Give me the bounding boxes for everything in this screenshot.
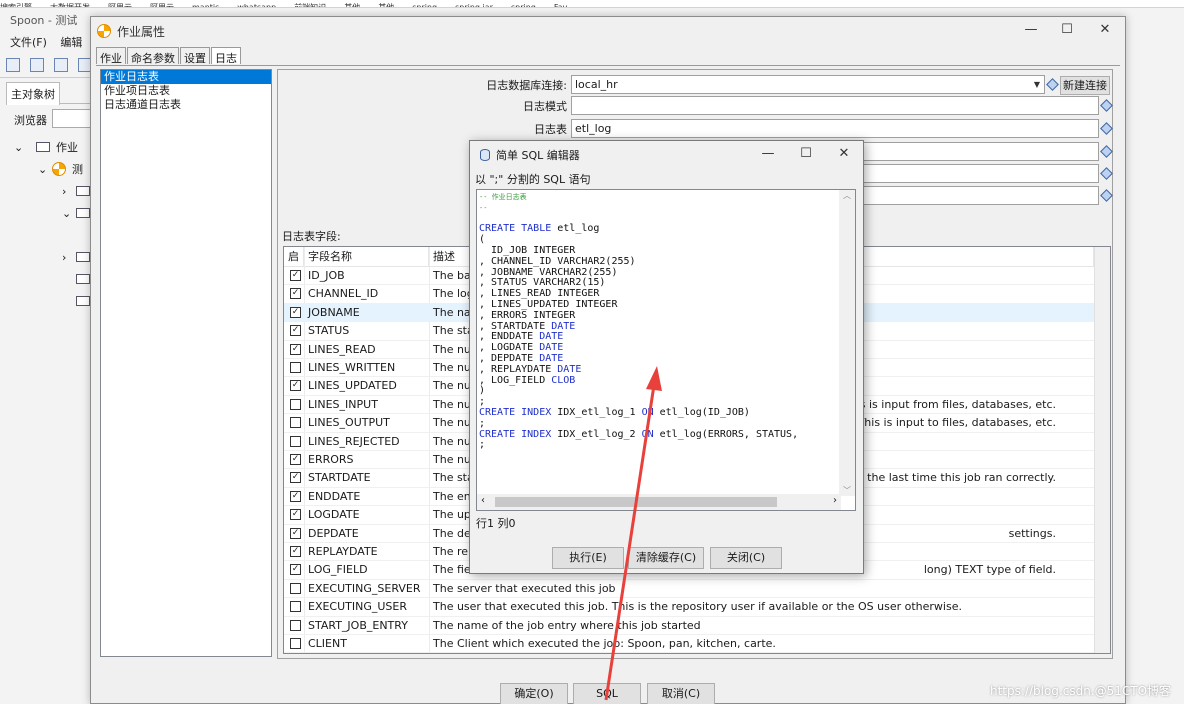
annotation-arrow (604, 366, 662, 701)
watermark: https://blog.csdn.@51CTO博客 (990, 684, 1172, 698)
arrow-head (646, 366, 662, 391)
arrow-shaft (604, 384, 656, 701)
